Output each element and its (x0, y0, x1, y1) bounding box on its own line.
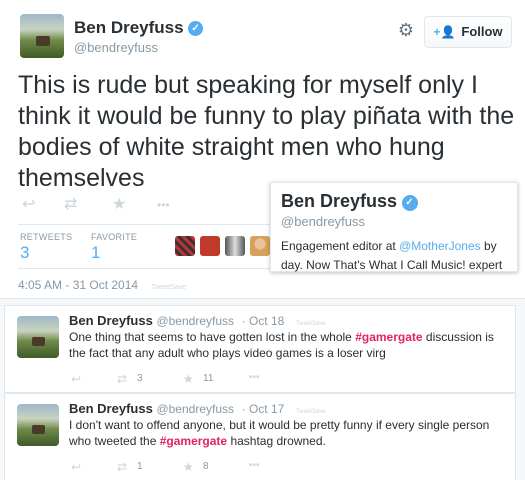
avatar[interactable] (17, 404, 59, 446)
favoriter-avatar[interactable] (200, 236, 220, 256)
gear-icon[interactable]: ⚙ (396, 20, 416, 40)
retweet-count: 1 (137, 461, 143, 472)
timestamp-text[interactable]: 4:05 AM - 31 Oct 2014 (18, 278, 138, 292)
text-segment: One thing that seems to have gotten lost… (69, 330, 356, 344)
list-item[interactable]: Ben Dreyfuss @bendreyfuss · Oct 17 Tweet… (4, 393, 516, 480)
retweet-icon[interactable]: ⇄ (117, 460, 127, 474)
retweets-label: RETWEETS (20, 232, 73, 242)
bio-text: Engagement editor at (281, 239, 400, 253)
reply-icon[interactable]: ↩ (71, 372, 81, 386)
list-item[interactable]: Ben Dreyfuss @bendreyfuss · Oct 18 Tweet… (4, 305, 516, 393)
favoriter-avatar[interactable] (225, 236, 245, 256)
author-name[interactable]: Ben Dreyfuss (69, 401, 153, 416)
feed-tweet-actions: ↩ ⇄ 1 ★ 8 ••• (71, 460, 491, 474)
profile-hovercard: Ben Dreyfuss ✓ @bendreyfuss Engagement e… (270, 182, 518, 272)
hovercard-bio: Engagement editor at @MotherJones by day… (281, 237, 507, 275)
author-name[interactable]: Ben Dreyfuss (69, 313, 153, 328)
hashtag-link[interactable]: #gamergate (160, 434, 227, 448)
hovercard-name[interactable]: Ben Dreyfuss (281, 191, 397, 211)
retweet-icon[interactable]: ⇄ (117, 372, 127, 386)
favorites-label: FAVORITE (91, 232, 138, 242)
bio-mention-link[interactable]: @MotherJones (399, 239, 481, 253)
retweet-icon[interactable]: ⇄ (64, 196, 77, 214)
verified-badge-icon: ✓ (401, 194, 418, 211)
tweet-timestamp[interactable]: 4:05 AM - 31 Oct 2014 TweetSave (18, 278, 186, 292)
favorite-icon[interactable]: ★ (112, 196, 126, 214)
feed-tweet-actions: ↩ ⇄ 3 ★ 11 ••• (71, 372, 491, 386)
feed-tweet-text: One thing that seems to have gotten lost… (69, 329, 509, 361)
feed-tweet-header: Ben Dreyfuss @bendreyfuss · Oct 17 Tweet… (69, 401, 326, 416)
person-plus-icon: +👤 (433, 25, 456, 39)
author-handle[interactable]: @bendreyfuss (156, 314, 234, 328)
favorite-count: 8 (203, 461, 209, 472)
tweet-detail: Ben Dreyfuss ✓ @bendreyfuss ⚙ +👤 Follow T… (0, 0, 525, 300)
author-name[interactable]: Ben Dreyfuss (74, 18, 184, 37)
feed-tweet-header: Ben Dreyfuss @bendreyfuss · Oct 18 Tweet… (69, 313, 326, 328)
follow-button[interactable]: +👤 Follow (424, 16, 512, 48)
more-icon[interactable]: ••• (249, 460, 260, 471)
favorites-count[interactable]: 1 (91, 243, 100, 263)
tweetsave-watermark: TweetSave (295, 321, 326, 327)
reply-icon[interactable]: ↩ (22, 196, 35, 214)
favorite-icon[interactable]: ★ (183, 460, 194, 474)
tweet-feed: Ben Dreyfuss @bendreyfuss · Oct 18 Tweet… (0, 298, 525, 480)
favoriter-avatar[interactable] (250, 236, 270, 256)
more-icon[interactable]: ••• (157, 196, 170, 214)
feed-tweet-text: I don't want to offend anyone, but it wo… (69, 417, 509, 449)
tweetsave-watermark: TweetSave (295, 409, 326, 415)
tweet-text: This is rude but speaking for myself onl… (18, 71, 515, 192)
author-handle[interactable]: @bendreyfuss (156, 402, 234, 416)
verified-badge-icon: ✓ (188, 21, 204, 37)
tweet-date[interactable]: · Oct 17 (242, 402, 285, 416)
avatar[interactable] (20, 14, 64, 58)
more-icon[interactable]: ••• (249, 372, 260, 383)
author-block: Ben Dreyfuss ✓ @bendreyfuss (74, 18, 204, 55)
hovercard-handle[interactable]: @bendreyfuss (281, 214, 507, 229)
avatar[interactable] (17, 316, 59, 358)
favorite-icon[interactable]: ★ (183, 372, 194, 386)
tweet-date[interactable]: · Oct 18 (242, 314, 285, 328)
reply-icon[interactable]: ↩ (71, 460, 81, 474)
favoriter-avatar[interactable] (175, 236, 195, 256)
retweets-count[interactable]: 3 (20, 243, 29, 263)
tweetsave-watermark: TweetSave (151, 284, 187, 291)
follow-label: Follow (461, 24, 503, 39)
hashtag-link[interactable]: #gamergate (355, 330, 422, 344)
author-handle[interactable]: @bendreyfuss (74, 40, 203, 55)
text-segment: hashtag drowned. (227, 434, 326, 448)
favorite-count: 11 (203, 373, 214, 384)
retweet-count: 3 (137, 373, 143, 384)
